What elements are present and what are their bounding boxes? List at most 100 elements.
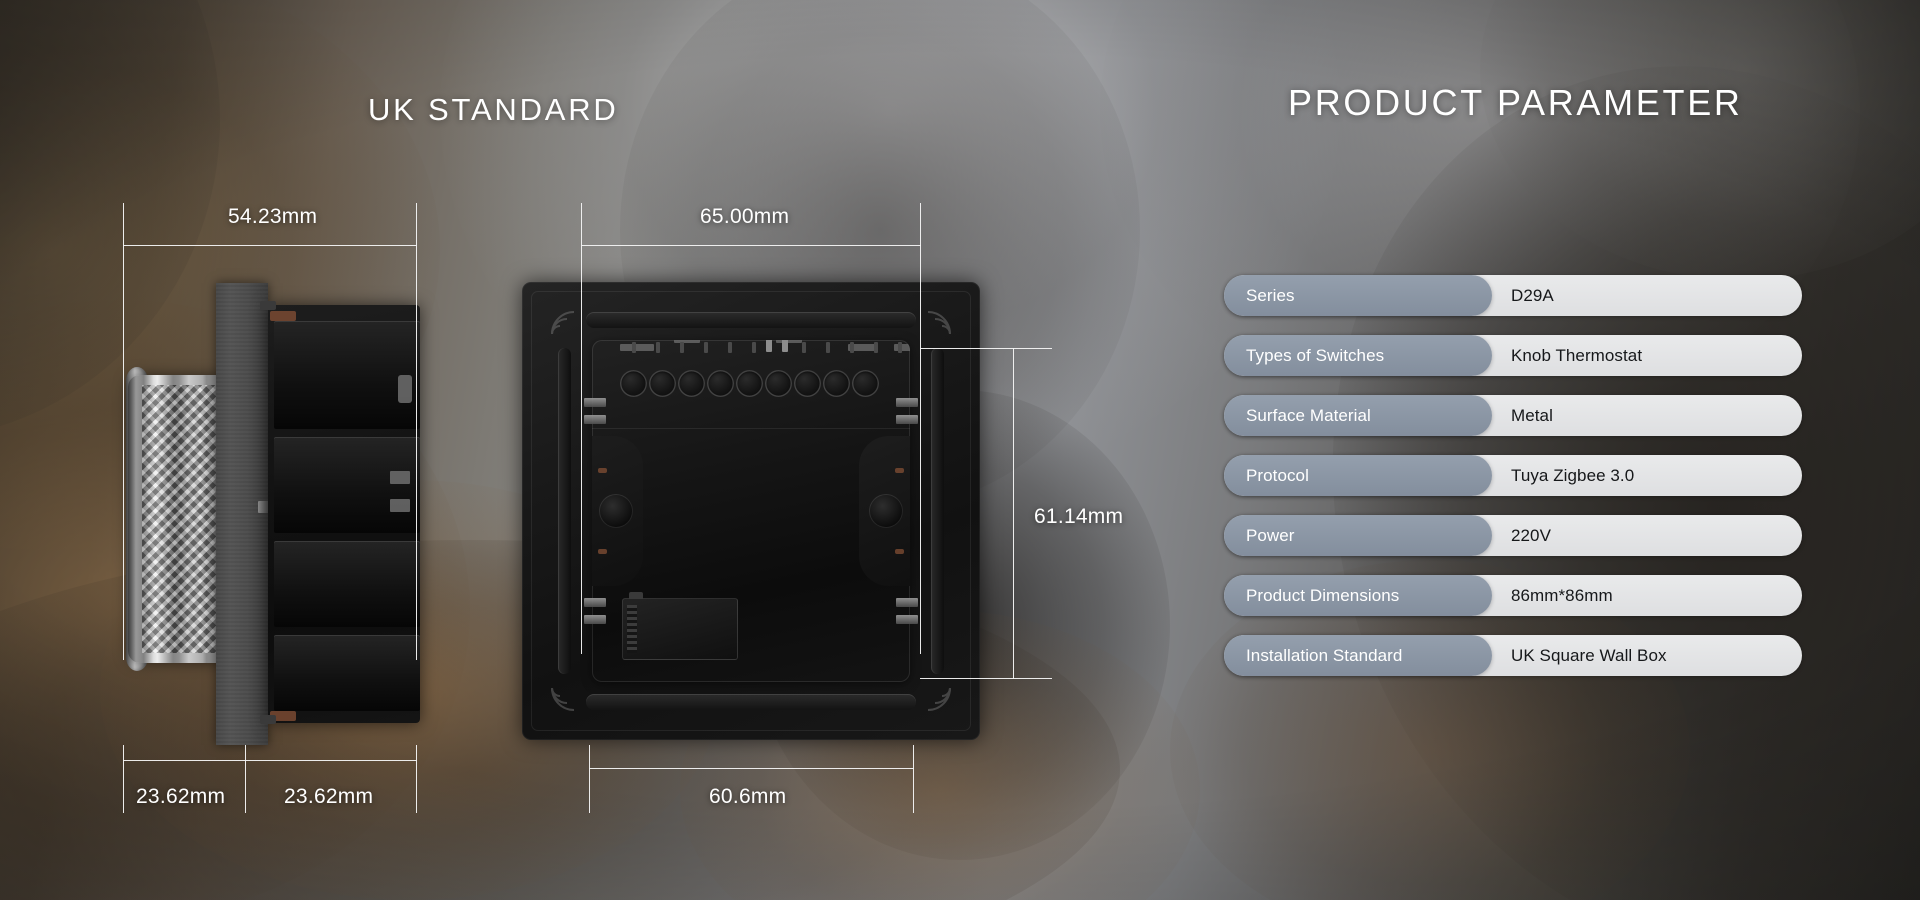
parameter-label-pill: Series [1224,275,1492,316]
parameter-row: 86mm*86mm Product Dimensions [1224,575,1802,616]
copper-fleck [270,311,296,321]
dim-tick-bm [245,745,246,813]
parameter-value-text: Knob Thermostat [1511,345,1643,365]
component-box [622,592,738,660]
dim-label-inner-width: 60.6mm [709,785,787,808]
corner-arc-icon [551,687,575,711]
parameter-value-text: UK Square Wall Box [1511,645,1667,665]
terminal-hole-row [620,370,890,397]
dim-tick-top-left [581,203,582,654]
dim-label-outer-width: 65.00mm [700,205,790,228]
retention-clip [584,398,606,407]
module-divider [592,428,910,429]
body-tab [260,715,276,724]
terminal-hole [707,370,734,397]
parameter-label-text: Power [1246,525,1295,545]
mounting-hole [869,494,903,528]
parameter-row: UK Square Wall Box Installation Standard [1224,635,1802,676]
module-waist-left [592,436,643,586]
parameter-label-text: Series [1246,285,1295,305]
component-clip [627,605,637,653]
terminal-hole [765,370,792,397]
parameter-row: D29A Series [1224,275,1802,316]
parameter-label-pill: Power [1224,515,1492,556]
dim-tick-bottom-left [589,745,590,813]
parameter-row: Tuya Zigbee 3.0 Protocol [1224,455,1802,496]
module-waist-right [859,436,910,586]
parameter-row: Metal Surface Material [1224,395,1802,436]
retention-clip [584,615,606,624]
dim-label-depth-back: 23.62mm [284,785,374,808]
inner-module [592,340,910,682]
parameter-label-pill: Product Dimensions [1224,575,1492,616]
dim-line-bottom-left [123,760,417,761]
body-contact-chip [390,499,410,512]
copper-fleck [895,549,904,554]
frame-slot-left [558,348,571,674]
dim-label-depth-front: 23.62mm [136,785,226,808]
terminal-hole [852,370,879,397]
retention-clip [584,415,606,424]
parameter-label-pill: Surface Material [1224,395,1492,436]
dim-label-inner-height: 61.14mm [1034,505,1124,528]
terminal-hole [794,370,821,397]
retention-clip [896,398,918,407]
parameter-label-text: Product Dimensions [1246,585,1400,605]
body-tab [260,301,276,310]
retention-clip [896,415,918,424]
parameter-label-text: Protocol [1246,465,1309,485]
parameter-row: Knob Thermostat Types of Switches [1224,335,1802,376]
copper-fleck [598,468,607,473]
side-view-product-image [126,283,420,745]
dim-tick-right-outer [416,203,417,660]
terminal-hole [649,370,676,397]
terminal-pin-row [616,340,910,353]
dim-tick-bl [123,745,124,813]
parameter-value-text: 86mm*86mm [1511,585,1613,605]
body-contact-chip [390,471,410,484]
terminal-hole [823,370,850,397]
body-segment [274,541,420,627]
frame-rib-bottom [586,694,916,710]
corner-arc-icon [927,311,951,335]
dim-tick-left-outer [123,203,124,660]
terminal-hole [736,370,763,397]
knurled-chrome-knob [128,375,226,663]
uk-standard-title: UK STANDARD [368,92,619,127]
parameter-label-pill: Installation Standard [1224,635,1492,676]
retention-clip [896,598,918,607]
dim-tick-bottom-right [913,745,914,813]
corner-arc-icon [927,687,951,711]
parameter-label-text: Surface Material [1246,405,1371,425]
terminal-hole [620,370,647,397]
parameter-label-pill: Protocol [1224,455,1492,496]
dim-line-65 [581,245,921,246]
body-segment [274,635,420,711]
mounting-hole [599,494,633,528]
dim-line-60 [589,768,914,769]
parameter-row: 220V Power [1224,515,1802,556]
dim-line-54 [123,245,417,246]
parameter-label-text: Installation Standard [1246,645,1403,665]
parameter-label-pill: Types of Switches [1224,335,1492,376]
dim-line-61 [1013,348,1014,679]
metal-faceplate [216,283,268,745]
dim-tick-top-right [920,203,921,654]
frame-slot-right [931,348,944,674]
parameter-value-text: D29A [1511,285,1554,305]
dim-label-total-width: 54.23mm [228,205,318,228]
parameter-value-text: 220V [1511,525,1551,545]
product-parameter-title: PRODUCT PARAMETER [1288,82,1743,123]
corner-arc-icon [551,311,575,335]
dim-leader-top [920,348,1052,349]
parameter-value-text: Metal [1511,405,1553,425]
body-segment [274,437,420,533]
body-contact-chip [398,375,412,403]
terminal-hole [678,370,705,397]
parameter-value-text: Tuya Zigbee 3.0 [1511,465,1635,485]
parameter-label-text: Types of Switches [1246,345,1385,365]
dim-tick-br [416,745,417,813]
retention-clip [896,615,918,624]
frame-rib-top [586,312,916,328]
copper-fleck [598,549,607,554]
